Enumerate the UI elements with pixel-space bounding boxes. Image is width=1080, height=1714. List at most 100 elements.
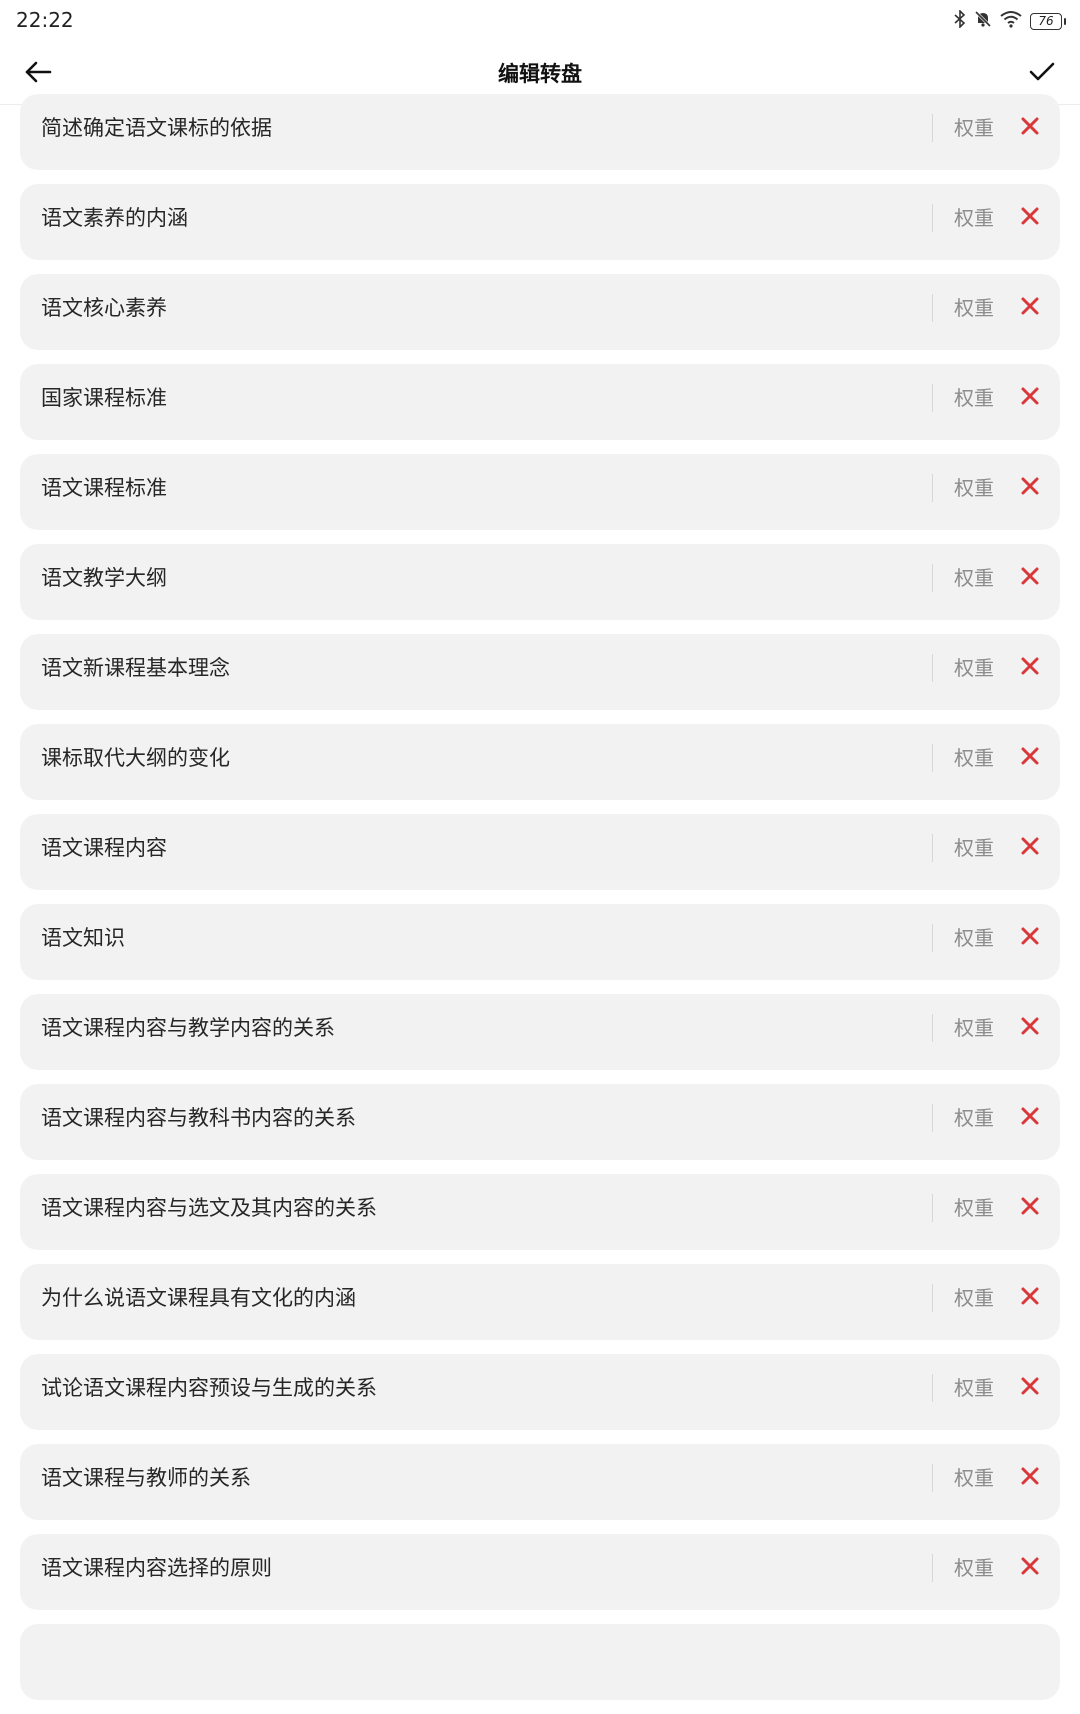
weight-button[interactable]: 权重: [954, 544, 994, 612]
item-label[interactable]: 课标取代大纲的变化: [41, 724, 230, 792]
close-icon: [1020, 566, 1040, 590]
close-icon: [1020, 926, 1040, 950]
weight-button[interactable]: 权重: [954, 1264, 994, 1332]
confirm-button[interactable]: [1022, 56, 1062, 92]
item-label[interactable]: 试论语文课程内容预设与生成的关系: [41, 1354, 377, 1422]
weight-button[interactable]: 权重: [954, 454, 994, 522]
item-label[interactable]: 语文课程标准: [41, 454, 167, 522]
list-item[interactable]: 语文课程与教师的关系 权重: [20, 1444, 1060, 1520]
list-item[interactable]: 为什么说语文课程具有文化的内涵 权重: [20, 1264, 1060, 1340]
item-divider: [932, 1194, 933, 1222]
delete-button[interactable]: [1018, 656, 1042, 680]
page-title: 编辑转盘: [498, 62, 582, 86]
delete-button[interactable]: [1018, 296, 1042, 320]
weight-button[interactable]: 权重: [954, 274, 994, 342]
list-item[interactable]: 语文课程内容与教学内容的关系 权重: [20, 994, 1060, 1070]
item-label[interactable]: 语文课程内容与教科书内容的关系: [41, 1084, 356, 1152]
delete-button[interactable]: [1018, 746, 1042, 770]
weight-button[interactable]: 权重: [954, 1354, 994, 1422]
weight-button[interactable]: 权重: [954, 994, 994, 1062]
weight-button[interactable]: 权重: [954, 634, 994, 702]
item-divider: [932, 1104, 933, 1132]
list-item[interactable]: 语文课程内容与教科书内容的关系 权重: [20, 1084, 1060, 1160]
close-icon: [1020, 1556, 1040, 1580]
wifi-icon: [1000, 10, 1022, 32]
delete-button[interactable]: [1018, 1016, 1042, 1040]
close-icon: [1020, 656, 1040, 680]
item-label[interactable]: 语文知识: [41, 904, 125, 972]
item-label[interactable]: 语文素养的内涵: [41, 184, 188, 252]
weight-button[interactable]: 权重: [954, 94, 994, 162]
list-item[interactable]: 语文教学大纲 权重: [20, 544, 1060, 620]
list-item[interactable]: 简述确定语文课标的依据 权重: [20, 94, 1060, 170]
item-divider: [932, 474, 933, 502]
close-icon: [1020, 476, 1040, 500]
item-label[interactable]: 为什么说语文课程具有文化的内涵: [41, 1264, 356, 1332]
check-icon: [1029, 61, 1055, 87]
item-label[interactable]: 语文核心素养: [41, 274, 167, 342]
delete-button[interactable]: [1018, 386, 1042, 410]
weight-button[interactable]: 权重: [954, 904, 994, 972]
delete-button[interactable]: [1018, 1106, 1042, 1130]
weight-button[interactable]: 权重: [954, 1444, 994, 1512]
list-item[interactable]: 语文核心素养 权重: [20, 274, 1060, 350]
list-item-partial[interactable]: [20, 1624, 1060, 1700]
item-label[interactable]: 国家课程标准: [41, 364, 167, 432]
item-divider: [932, 384, 933, 412]
close-icon: [1020, 386, 1040, 410]
list-item[interactable]: 语文新课程基本理念 权重: [20, 634, 1060, 710]
wheel-item-list: 简述确定语文课标的依据 权重 语文素养的内涵 权重 语文核心素养 权重 国家课程…: [20, 94, 1060, 1714]
item-label[interactable]: 简述确定语文课标的依据: [41, 94, 272, 162]
close-icon: [1020, 1016, 1040, 1040]
item-divider: [932, 564, 933, 592]
list-item[interactable]: 课标取代大纲的变化 权重: [20, 724, 1060, 800]
delete-button[interactable]: [1018, 566, 1042, 590]
close-icon: [1020, 836, 1040, 860]
delete-button[interactable]: [1018, 926, 1042, 950]
delete-button[interactable]: [1018, 476, 1042, 500]
item-divider: [932, 834, 933, 862]
delete-button[interactable]: [1018, 1196, 1042, 1220]
list-item[interactable]: 国家课程标准 权重: [20, 364, 1060, 440]
delete-button[interactable]: [1018, 1466, 1042, 1490]
item-label[interactable]: 语文课程内容与教学内容的关系: [41, 994, 335, 1062]
status-bar: 22:22 76: [0, 0, 1080, 44]
item-label[interactable]: 语文课程内容与选文及其内容的关系: [41, 1174, 377, 1242]
weight-button[interactable]: 权重: [954, 814, 994, 882]
item-label[interactable]: 语文课程内容选择的原则: [41, 1534, 272, 1602]
weight-button[interactable]: 权重: [954, 364, 994, 432]
item-divider: [932, 1284, 933, 1312]
list-item[interactable]: 试论语文课程内容预设与生成的关系 权重: [20, 1354, 1060, 1430]
delete-button[interactable]: [1018, 116, 1042, 140]
list-item[interactable]: 语文课程内容 权重: [20, 814, 1060, 890]
close-icon: [1020, 1106, 1040, 1130]
item-divider: [932, 294, 933, 322]
delete-button[interactable]: [1018, 1286, 1042, 1310]
close-icon: [1020, 1286, 1040, 1310]
list-item[interactable]: 语文素养的内涵 权重: [20, 184, 1060, 260]
item-divider: [932, 1554, 933, 1582]
list-item[interactable]: 语文知识 权重: [20, 904, 1060, 980]
delete-button[interactable]: [1018, 206, 1042, 230]
list-item[interactable]: 语文课程内容选择的原则 权重: [20, 1534, 1060, 1610]
status-time: 22:22: [16, 8, 74, 32]
delete-button[interactable]: [1018, 836, 1042, 860]
close-icon: [1020, 206, 1040, 230]
delete-button[interactable]: [1018, 1556, 1042, 1580]
item-label[interactable]: 语文课程与教师的关系: [41, 1444, 251, 1512]
weight-button[interactable]: 权重: [954, 1534, 994, 1602]
item-label[interactable]: 语文新课程基本理念: [41, 634, 230, 702]
item-label[interactable]: 语文教学大纲: [41, 544, 167, 612]
close-icon: [1020, 296, 1040, 320]
item-label[interactable]: 语文课程内容: [41, 814, 167, 882]
list-item[interactable]: 语文课程内容与选文及其内容的关系 权重: [20, 1174, 1060, 1250]
weight-button[interactable]: 权重: [954, 1174, 994, 1242]
weight-button[interactable]: 权重: [954, 724, 994, 792]
delete-button[interactable]: [1018, 1376, 1042, 1400]
weight-button[interactable]: 权重: [954, 184, 994, 252]
weight-button[interactable]: 权重: [954, 1084, 994, 1152]
item-divider: [932, 204, 933, 232]
list-item[interactable]: 语文课程标准 权重: [20, 454, 1060, 530]
item-divider: [932, 1464, 933, 1492]
status-icons: 76: [954, 9, 1066, 32]
